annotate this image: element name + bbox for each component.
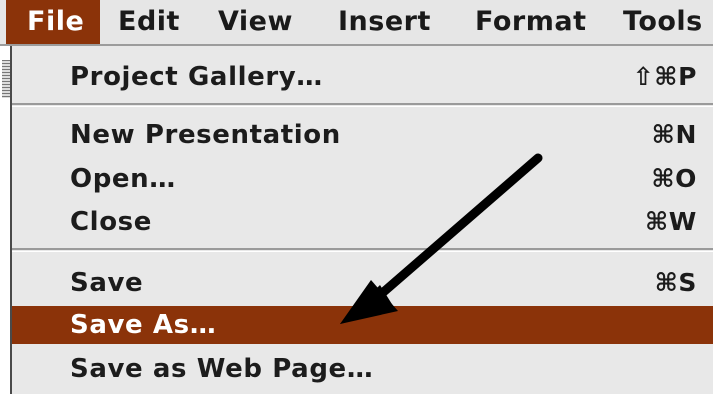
menu-item-close[interactable]: Close ⌘W [12, 203, 713, 241]
menu-item-label: Project Gallery… [70, 62, 323, 92]
file-menu-dropdown: Project Gallery… ⇧⌘P New Presentation ⌘N… [2, 46, 713, 394]
menu-file[interactable]: File [6, 0, 100, 44]
menu-item-shortcut: ⇧⌘P [632, 62, 697, 91]
menu-insert[interactable]: Insert [338, 0, 431, 44]
menu-edit[interactable]: Edit [118, 0, 180, 44]
menu-item-label: Close [70, 207, 152, 237]
menu-item-open[interactable]: Open… ⌘O [12, 160, 713, 198]
menu-item-project-gallery[interactable]: Project Gallery… ⇧⌘P [12, 58, 713, 96]
menu-grip-icon[interactable] [2, 60, 10, 98]
menu-item-new-presentation[interactable]: New Presentation ⌘N [12, 116, 713, 154]
menu-item-shortcut: ⌘N [651, 120, 697, 149]
menu-item-save[interactable]: Save ⌘S [12, 264, 713, 302]
menu-item-label: Save As… [70, 310, 217, 340]
menu-item-save-as[interactable]: Save As… [12, 306, 713, 344]
menu-item-shortcut: ⌘W [645, 207, 697, 236]
menu-view[interactable]: View [218, 0, 293, 44]
menu-item-label: Save as Web Page… [70, 354, 374, 384]
menu-item-label: Open… [70, 164, 176, 194]
menu-item-shortcut: ⌘S [654, 268, 697, 297]
menu-separator [12, 248, 713, 252]
menu-item-label: Save [70, 268, 144, 298]
menu-format[interactable]: Format [475, 0, 586, 44]
menu-bar: File Edit View Insert Format Tools [0, 0, 713, 46]
menu-separator [12, 103, 713, 107]
menu-tools[interactable]: Tools [623, 0, 703, 44]
menu-item-label: New Presentation [70, 120, 341, 150]
menu-item-shortcut: ⌘O [651, 164, 697, 193]
menu-item-save-as-web-page[interactable]: Save as Web Page… [12, 350, 713, 388]
